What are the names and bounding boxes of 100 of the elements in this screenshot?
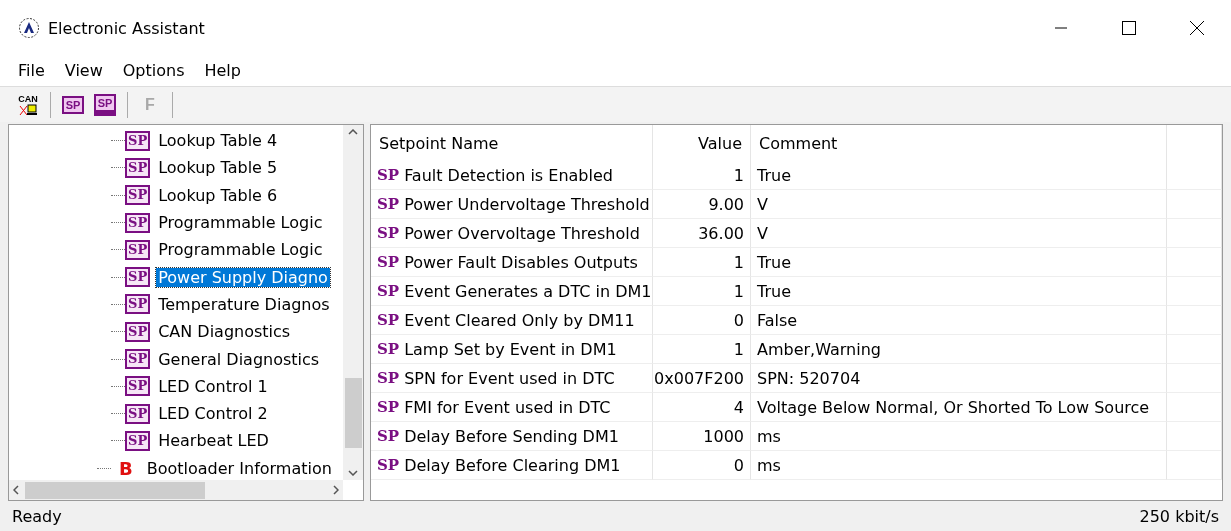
empty-cell <box>1167 335 1222 364</box>
table-cell: ms <box>751 451 1167 480</box>
setpoint-name: Event Cleared Only by DM11 <box>404 310 635 330</box>
setpoint-icon: SP <box>125 403 151 424</box>
table-cell: SPN: 520704 <box>751 364 1167 393</box>
tree-item[interactable]: Programmable Logic <box>156 240 325 260</box>
setpoint-name: FMI for Event used in DTC <box>404 397 611 417</box>
scroll-up-icon[interactable] <box>348 129 358 135</box>
setpoint-icon: SP <box>377 166 400 184</box>
table-cell: V <box>751 190 1167 219</box>
empty-cell <box>1167 393 1222 422</box>
folder-icon: SP <box>61 95 85 114</box>
setpoint-icon: SP <box>377 282 400 300</box>
close-icon[interactable] <box>1190 21 1204 35</box>
scroll-down-icon[interactable] <box>348 470 358 476</box>
setpoint-name: Delay Before Sending DM1 <box>404 426 619 446</box>
maximize-icon[interactable] <box>1122 21 1136 35</box>
setpoint-name: SPN for Event used in DTC <box>404 368 615 388</box>
tree-item[interactable]: Temperature Diagnos <box>156 294 332 314</box>
scroll-right-icon[interactable] <box>333 485 339 495</box>
tree-item[interactable]: Programmable Logic <box>156 213 325 233</box>
tree-item[interactable]: LED Control 1 <box>156 376 270 396</box>
window-title: Electronic Assistant <box>48 18 206 38</box>
empty-cell <box>1167 161 1222 190</box>
empty-cell <box>1167 219 1222 248</box>
table-cell: 0 <box>653 306 751 335</box>
table-cell: False <box>751 306 1167 335</box>
empty-cell <box>1167 451 1222 480</box>
scrollbar-thumb[interactable] <box>344 377 362 448</box>
empty-cell <box>1167 277 1222 306</box>
table-cell: 1000 <box>653 422 751 451</box>
tree-item[interactable]: LED Control 2 <box>156 404 270 424</box>
setpoint-icon: SP <box>125 239 151 260</box>
setpoint-name: Fault Detection is Enabled <box>404 165 613 185</box>
table-cell: 0 <box>653 451 751 480</box>
setpoint-name: Power Undervoltage Threshold <box>404 194 650 214</box>
setpoint-icon: SP <box>377 398 400 416</box>
setpoint-icon: SP <box>125 376 151 397</box>
empty-cell <box>1167 190 1222 219</box>
setpoint-name: Power Fault Disables Outputs <box>404 252 638 272</box>
setpoint-icon: SP <box>125 212 151 233</box>
setpoint-icon: SP <box>377 369 400 387</box>
table-cell: True <box>751 277 1167 306</box>
menu-item[interactable]: Options <box>114 60 193 80</box>
table-cell: 1 <box>653 277 751 306</box>
empty-cell <box>1167 364 1222 393</box>
setpoint-icon: SP <box>125 430 151 451</box>
table-cell: 4 <box>653 393 751 422</box>
bootloader-icon: B <box>119 457 133 479</box>
toolbar-button[interactable]: SP <box>59 90 87 119</box>
menu-item[interactable]: View <box>56 60 111 80</box>
empty-cell <box>1167 422 1222 451</box>
table-cell: 36.00 <box>653 219 751 248</box>
menu-item[interactable]: File <box>10 60 53 80</box>
table-cell: 1 <box>653 248 751 277</box>
empty-cell <box>1167 248 1222 277</box>
tree-item[interactable]: Lookup Table 6 <box>156 185 280 205</box>
setpoint-name: Delay Before Clearing DM1 <box>404 455 621 475</box>
table-cell: 1 <box>653 335 751 364</box>
table-cell: True <box>751 161 1167 190</box>
column-header[interactable]: Setpoint Name <box>371 125 653 161</box>
table-cell: Amber,Warning <box>751 335 1167 364</box>
scroll-left-icon[interactable] <box>13 485 19 495</box>
scrollbar-thumb[interactable] <box>25 481 205 499</box>
setpoint-icon: SP <box>125 267 151 288</box>
table-cell: Voltage Below Normal, Or Shorted To Low Source <box>751 393 1167 422</box>
setpoint-name: Lamp Set by Event in DM1 <box>404 339 617 359</box>
setpoint-icon: SP <box>377 224 400 242</box>
setpoint-icon: SP <box>377 340 400 358</box>
empty-cell <box>1167 306 1222 335</box>
column-header[interactable]: Comment <box>751 125 1167 161</box>
setpoint-name: Event Generates a DTC in DM1 <box>404 281 652 301</box>
tree-item[interactable]: Hearbeat LED <box>156 431 271 451</box>
table-cell: ms <box>751 422 1167 451</box>
setpoint-icon: SP <box>125 294 151 315</box>
setpoint-icon: SP <box>377 427 400 445</box>
app-logo-icon <box>18 17 40 39</box>
setpoint-icon: SP <box>377 253 400 271</box>
setpoint-icon: SP <box>125 185 151 206</box>
tree-item[interactable]: General Diagnostics <box>156 349 322 369</box>
menu-item[interactable]: Help <box>196 60 249 80</box>
setpoint-name: Power Overvoltage Threshold <box>404 223 640 243</box>
setpoint-icon: SP <box>377 311 400 329</box>
column-header[interactable]: Value <box>653 125 751 161</box>
setpoint-icon: SP <box>125 321 151 342</box>
tree-item[interactable]: Power Supply Diagno <box>156 267 330 287</box>
tree-item[interactable]: Lookup Table 4 <box>156 131 280 151</box>
table-cell: V <box>751 219 1167 248</box>
tree-item[interactable]: Lookup Table 5 <box>156 158 280 178</box>
setpoint-icon: SP <box>377 456 400 474</box>
tree-item[interactable]: Bootloader Information <box>144 458 334 478</box>
table-cell: 0x007F200 <box>653 364 751 393</box>
status-text: Ready <box>12 506 62 526</box>
table-cell: 9.00 <box>653 190 751 219</box>
setpoint-icon: SP <box>125 157 151 178</box>
baud-rate-text: 250 kbit/s <box>1139 506 1219 526</box>
setpoint-icon: SP <box>125 349 151 369</box>
table-cell: True <box>751 248 1167 277</box>
tree-item[interactable]: CAN Diagnostics <box>156 322 293 342</box>
setpoint-icon: SP <box>125 130 151 151</box>
